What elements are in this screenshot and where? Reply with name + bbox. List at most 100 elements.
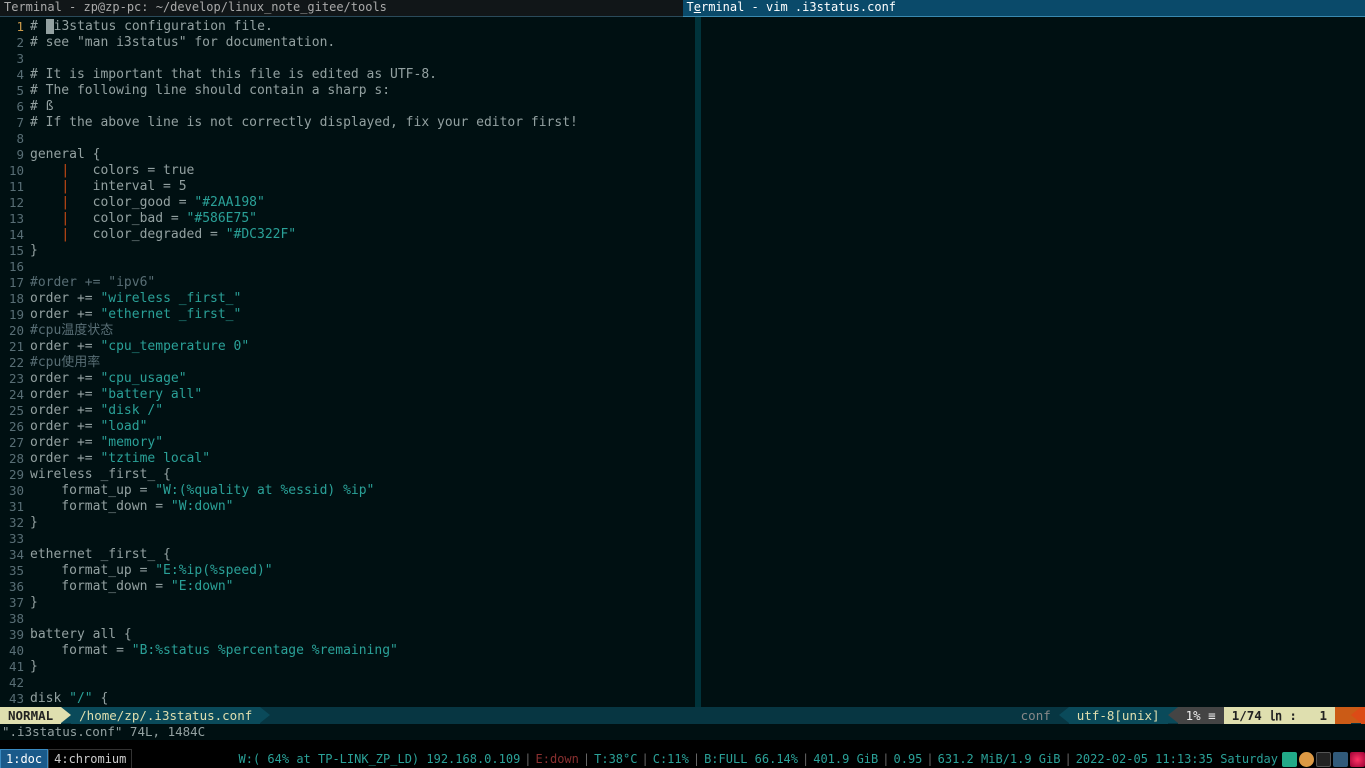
status-sep: | [639,750,650,768]
code-line[interactable]: #cpu温度状态 [30,323,695,339]
tab-right-post: rminal - vim .i3status.conf [701,0,896,14]
code-line[interactable]: order += "cpu_usage" [30,371,695,387]
status-battery: B:FULL 66.14% [702,750,800,768]
airline-filetype: conf [1013,707,1059,724]
code-line[interactable] [30,51,695,67]
line-number: 37 [0,595,28,611]
line-number: 8 [0,131,28,147]
line-number: 9 [0,147,28,163]
workspace-4[interactable]: 4:chromium [48,749,132,768]
code-line[interactable]: } [30,595,695,611]
code-line[interactable]: # i3status configuration file. [30,19,695,35]
line-number: 34 [0,547,28,563]
line-number: 14 [0,227,28,243]
tab-terminal-left[interactable]: Terminal - zp@zp-pc: ~/develop/linux_not… [0,0,683,17]
code-line[interactable]: general { [30,147,695,163]
airline-error [1361,707,1365,724]
i3status-bar: 1:doc 4:chromium W:( 64% at TP-LINK_ZP_L… [0,750,1365,768]
code-line[interactable]: order += "disk /" [30,403,695,419]
code-line[interactable]: order += "tztime local" [30,451,695,467]
code-pane-right[interactable] [701,17,1365,707]
code-line[interactable]: order += "wireless _first_" [30,291,695,307]
airline-encoding: utf-8[unix] [1069,707,1168,724]
code-line[interactable]: format_down = "W:down" [30,499,695,515]
code-pane-left[interactable]: # i3status configuration file.# see "man… [28,17,695,707]
code-line[interactable]: | color_bad = "#586E75" [30,211,695,227]
code-line[interactable] [30,611,695,627]
code-line[interactable]: order += "ethernet _first_" [30,307,695,323]
code-line[interactable]: format = "B:%status %percentage %remaini… [30,643,695,659]
code-line[interactable]: order += "memory" [30,435,695,451]
code-line[interactable]: } [30,515,695,531]
airline-warning [1335,707,1351,724]
tray-app-icon[interactable] [1299,752,1314,767]
code-line[interactable] [30,675,695,691]
code-line[interactable]: } [30,659,695,675]
status-cpu: C:11% [651,750,691,768]
line-number: 2 [0,35,28,51]
tray-speaker-icon[interactable] [1316,752,1331,767]
status-wifi: W:( 64% at TP-LINK_ZP_LD) 192.168.0.109 [237,750,523,768]
code-line[interactable] [30,531,695,547]
code-line[interactable]: format_down = "E:down" [30,579,695,595]
code-line[interactable]: battery all { [30,627,695,643]
status-datetime: 2022-02-05 11:13:35 Saturday [1074,750,1280,768]
line-number: 43 [0,691,28,707]
code-line[interactable]: order += "load" [30,419,695,435]
line-number: 1 [0,19,28,35]
code-line[interactable] [30,259,695,275]
status-load: 0.95 [892,750,925,768]
window-tabs: Terminal - zp@zp-pc: ~/develop/linux_not… [0,0,1365,17]
line-number: 7 [0,115,28,131]
sep-icon [61,707,71,723]
line-number: 36 [0,579,28,595]
line-number: 41 [0,659,28,675]
airline-filepath: /home/zp/.i3status.conf [71,707,260,724]
status-sep: | [924,750,935,768]
line-number: 19 [0,307,28,323]
code-line[interactable]: #cpu使用率 [30,355,695,371]
workspace-1[interactable]: 1:doc [0,749,48,768]
airline-position: 1/74 ㏑ : 1 [1224,707,1335,724]
code-line[interactable]: order += "battery all" [30,387,695,403]
tray-network-icon[interactable] [1333,752,1348,767]
tab-terminal-right[interactable]: Terminal - vim .i3status.conf [683,0,1365,17]
line-number: 39 [0,627,28,643]
sep-icon [260,707,270,723]
status-temperature: T:38°C [592,750,639,768]
tray-wifi-icon[interactable] [1282,752,1297,767]
line-number: 22 [0,355,28,371]
code-line[interactable]: format_up = "W:(%quality at %essid) %ip" [30,483,695,499]
line-number: 15 [0,243,28,259]
line-number: 11 [0,179,28,195]
code-line[interactable]: | colors = true [30,163,695,179]
code-line[interactable]: | color_degraded = "#DC322F" [30,227,695,243]
airline-mode: NORMAL [0,707,61,724]
sep-icon [1059,707,1069,723]
code-line[interactable] [30,131,695,147]
code-line[interactable]: # It is important that this file is edit… [30,67,695,83]
tray-app2-icon[interactable] [1350,752,1365,767]
line-number: 6 [0,99,28,115]
code-line[interactable]: order += "cpu_temperature 0" [30,339,695,355]
code-line[interactable]: # see "man i3status" for documentation. [30,35,695,51]
code-line[interactable]: | color_good = "#2AA198" [30,195,695,211]
code-line[interactable]: # The following line should contain a sh… [30,83,695,99]
code-line[interactable]: } [30,243,695,259]
line-number: 31 [0,499,28,515]
code-line[interactable]: | interval = 5 [30,179,695,195]
code-line[interactable]: # ß [30,99,695,115]
code-line[interactable]: format_up = "E:%ip(%speed)" [30,563,695,579]
code-line[interactable]: wireless _first_ { [30,467,695,483]
code-line[interactable]: ethernet _first_ { [30,547,695,563]
code-line[interactable]: # If the above line is not correctly dis… [30,115,695,131]
line-number: 32 [0,515,28,531]
code-line[interactable]: disk "/" { [30,691,695,707]
line-number: 23 [0,371,28,387]
line-number: 12 [0,195,28,211]
line-number: 27 [0,435,28,451]
line-number: 17 [0,275,28,291]
code-line[interactable]: #order += "ipv6" [30,275,695,291]
status-sep: | [880,750,891,768]
vim-cmdline[interactable]: ".i3status.conf" 74L, 1484C [0,724,1365,740]
